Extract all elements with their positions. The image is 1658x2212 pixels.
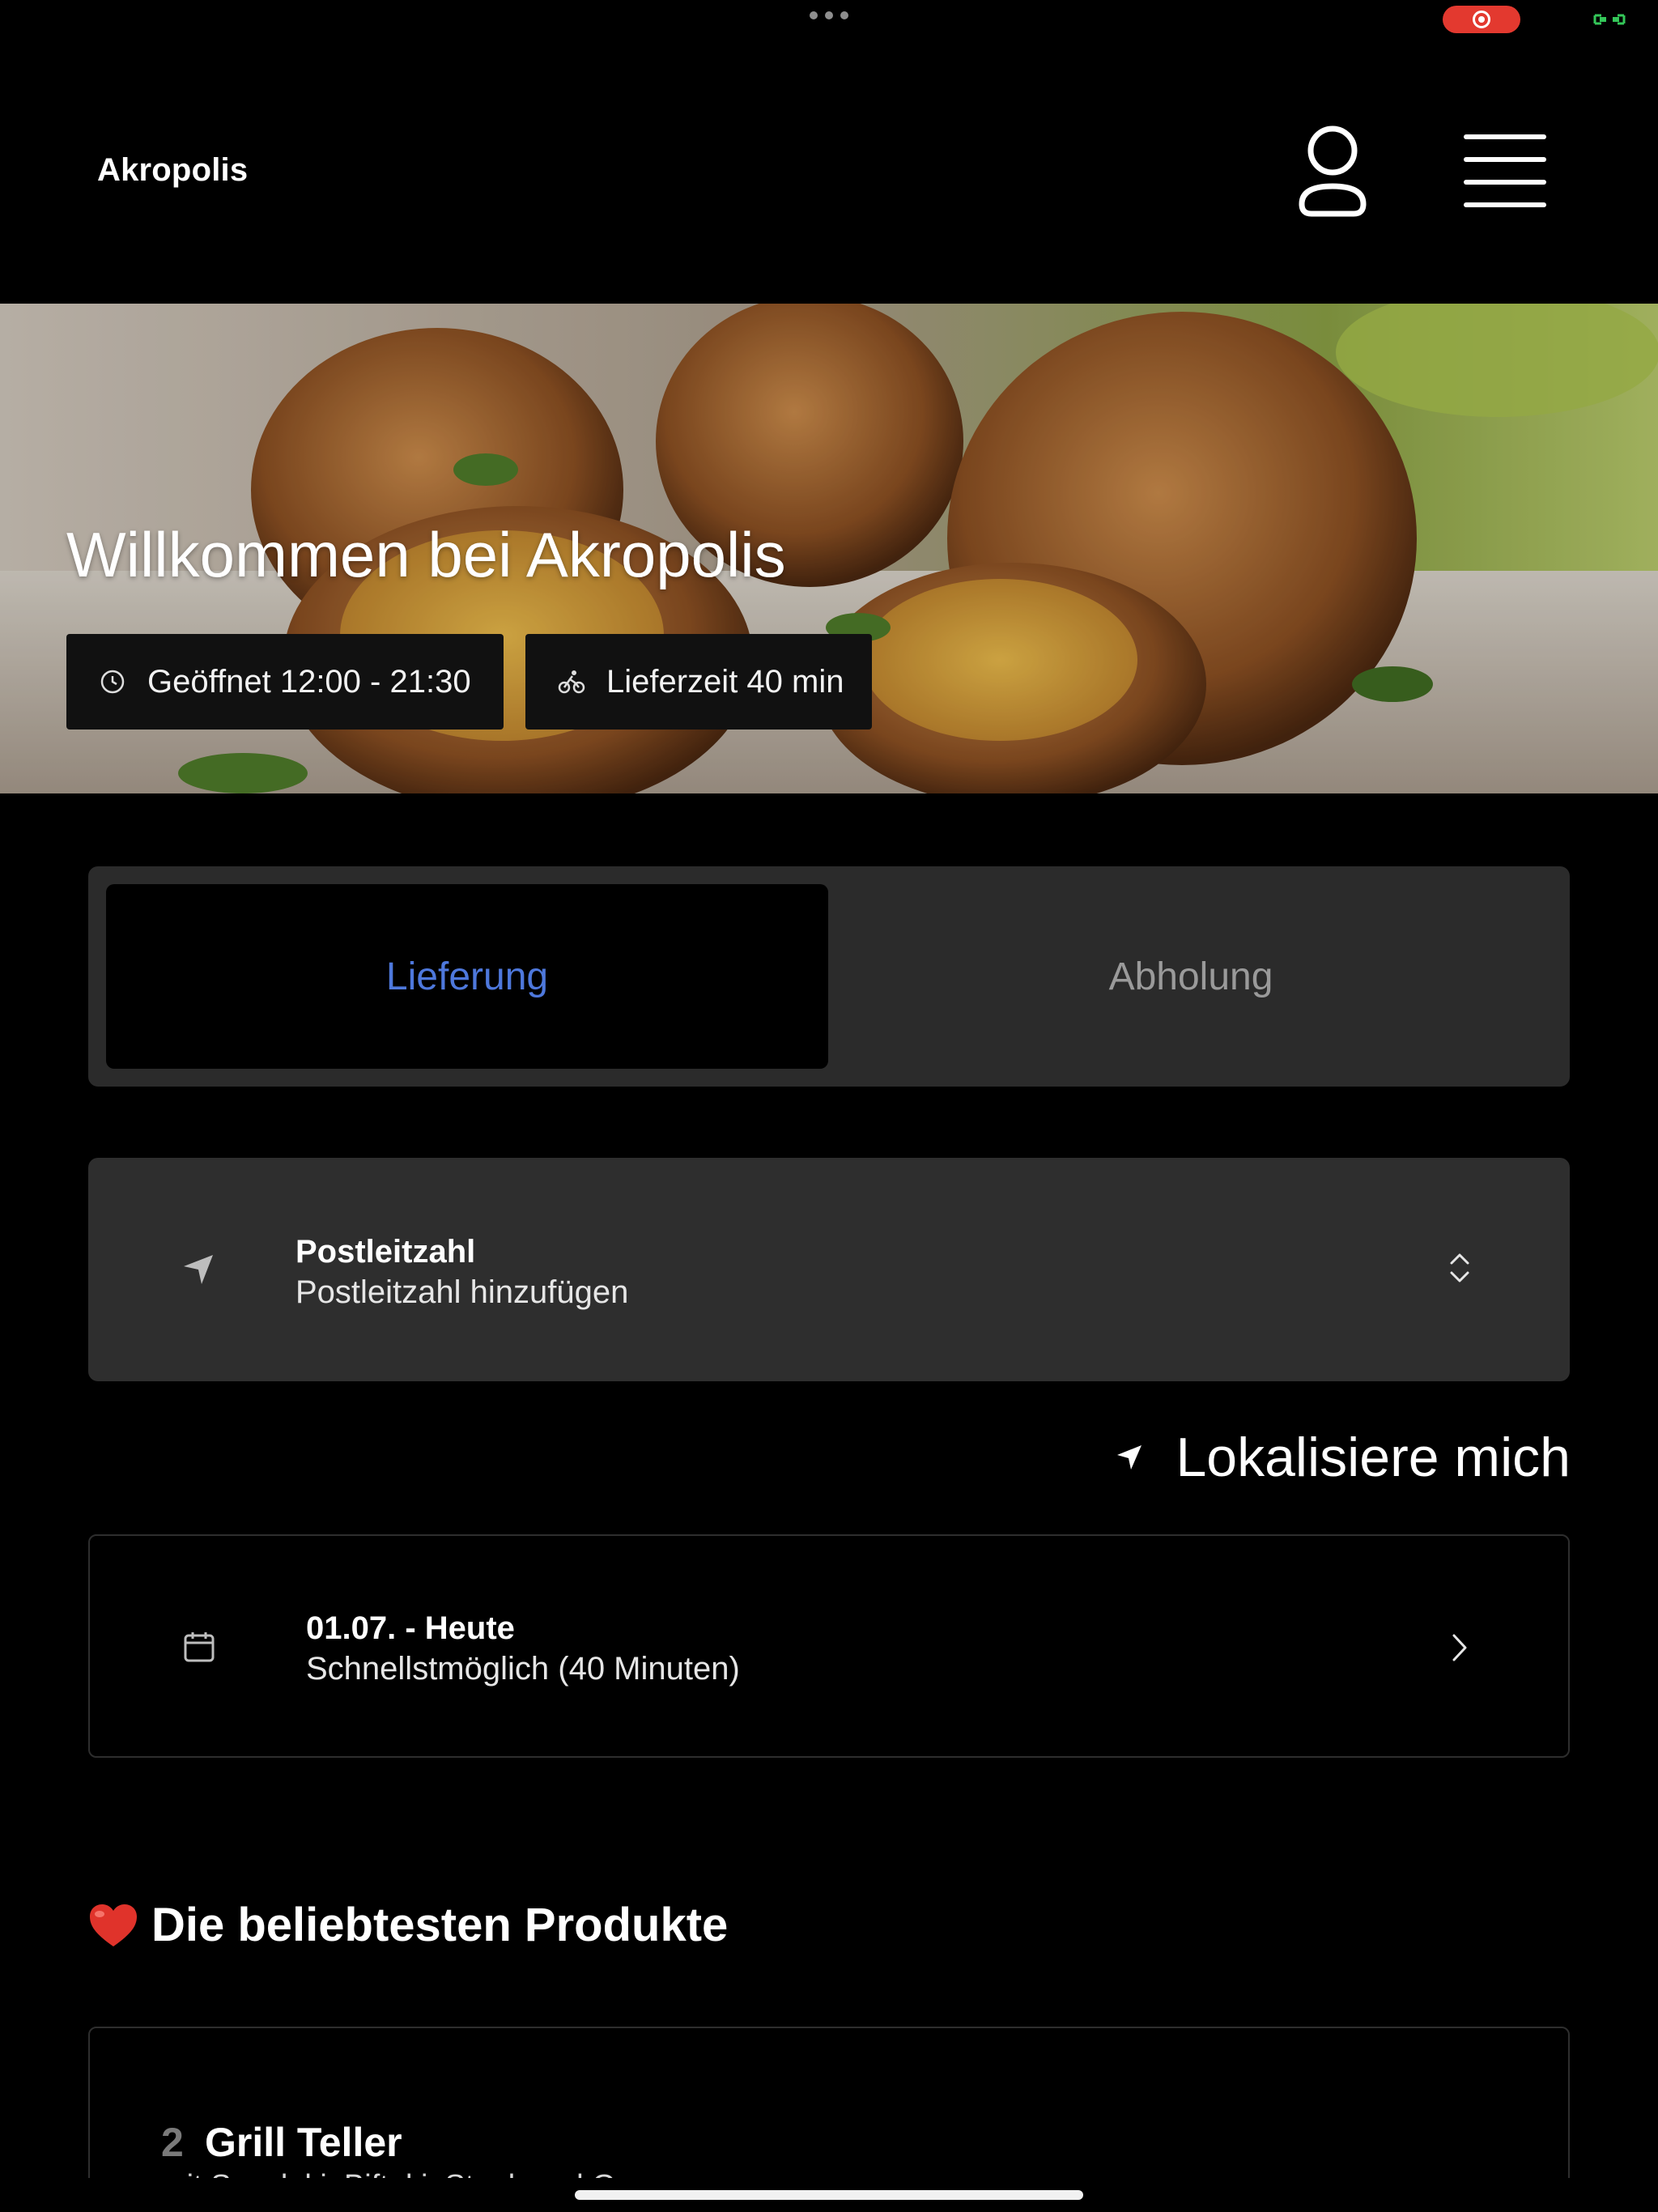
locate-me-button[interactable]: Lokalisiere mich — [1109, 1427, 1571, 1488]
delivery-date: 01.07. - Heute — [306, 1610, 515, 1646]
screen-recording-icon — [1443, 6, 1520, 33]
navigation-arrow-icon — [184, 1255, 213, 1284]
delivery-time-slot: Schnellstmöglich (40 Minuten) — [306, 1651, 740, 1687]
account-button[interactable] — [1292, 123, 1373, 220]
tab-pickup[interactable]: Abholung — [830, 884, 1552, 1069]
delivery-date-selector[interactable]: 01.07. - Heute Schnellstmöglich (40 Minu… — [88, 1534, 1570, 1758]
product-name: Grill Teller — [205, 2120, 402, 2165]
hero-title: Willkommen bei Akropolis — [66, 519, 786, 590]
menu-button[interactable] — [1464, 134, 1546, 207]
popular-products-title: Die beliebtesten Produkte — [151, 1899, 729, 1951]
opening-hours-badge: Geöffnet 12:00 - 21:30 — [66, 634, 504, 730]
menu-icon — [1464, 134, 1546, 207]
chevron-right-icon — [1452, 1634, 1467, 1661]
bicycle-icon — [558, 670, 585, 694]
zip-code-placeholder: Postleitzahl hinzufügen — [295, 1274, 629, 1310]
tab-delivery[interactable]: Lieferung — [106, 884, 828, 1069]
delivery-time-badge: Lieferzeit 40 min — [525, 634, 872, 730]
clock-icon — [100, 670, 125, 694]
battery-icon — [1593, 14, 1626, 25]
hero-banner: Willkommen bei Akropolis Geöffnet 12:00 … — [0, 304, 1658, 793]
chevron-updown-icon — [1450, 1253, 1469, 1283]
user-icon — [1299, 125, 1367, 217]
brand-title[interactable]: Akropolis — [97, 152, 248, 189]
navigation-arrow-icon — [1117, 1445, 1142, 1470]
popular-products-heading: Die beliebtesten Produkte — [88, 1898, 728, 1952]
zip-code-label: Postleitzahl — [295, 1234, 476, 1270]
opening-hours-text: Geöffnet 12:00 - 21:30 — [147, 663, 471, 700]
product-number: 2 — [161, 2120, 184, 2165]
heart-icon — [90, 1904, 137, 1946]
delivery-time-text: Lieferzeit 40 min — [606, 663, 844, 700]
multitasking-dots-icon[interactable] — [810, 11, 848, 19]
zip-code-field[interactable]: Postleitzahl Postleitzahl hinzufügen — [88, 1158, 1570, 1381]
locate-me-label: Lokalisiere mich — [1175, 1427, 1571, 1488]
home-indicator[interactable] — [575, 2190, 1083, 2200]
calendar-icon — [184, 1632, 215, 1662]
order-type-tabs: Lieferung Abholung — [88, 866, 1570, 1087]
